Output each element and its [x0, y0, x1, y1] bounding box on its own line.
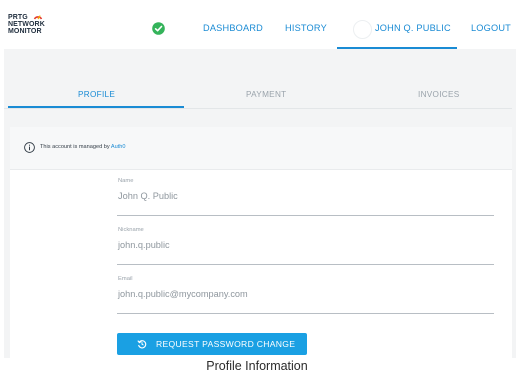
top-navigation-bar: PRTG NETWORK MONITOR DASHBOARD HISTORY J… — [0, 0, 516, 49]
name-field-value: John Q. Public — [118, 191, 178, 201]
nav-history-link[interactable]: HISTORY — [285, 23, 327, 33]
nickname-field-label: Nickname — [118, 227, 144, 233]
email-field-label: Email — [118, 276, 133, 282]
email-field-value: john.q.public@mycompany.com — [118, 289, 248, 299]
request-password-change-button[interactable]: REQUEST PASSWORD CHANGE — [117, 333, 307, 355]
active-tab-indicator — [8, 106, 184, 108]
managed-account-notice: This account is managed by Auth0 — [10, 127, 512, 170]
logo-line-2: NETWORK — [8, 21, 45, 28]
check-circle-icon[interactable] — [152, 22, 165, 35]
logo-line-3: MONITOR — [8, 28, 42, 35]
tab-payment[interactable]: PAYMENT — [246, 90, 286, 99]
notice-message: This account is managed by — [40, 144, 110, 150]
auth0-link[interactable]: Auth0 — [111, 144, 126, 150]
history-reset-icon — [137, 340, 147, 349]
nav-user-name: JOHN Q. PUBLIC — [375, 23, 451, 33]
nav-user-menu[interactable]: JOHN Q. PUBLIC — [337, 14, 457, 49]
name-field-label: Name — [118, 178, 134, 184]
figure-caption: Profile Information — [206, 359, 308, 373]
avatar — [353, 20, 372, 39]
request-password-change-label: REQUEST PASSWORD CHANGE — [156, 339, 296, 349]
notice-text: This account is managed by Auth0 — [40, 144, 126, 150]
nickname-field-value: john.q.public — [118, 240, 170, 250]
name-field[interactable]: Name John Q. Public — [117, 178, 494, 216]
prtg-logo[interactable]: PRTG NETWORK MONITOR — [8, 14, 45, 35]
prtg-arc-logo-icon — [33, 15, 43, 20]
info-icon — [24, 142, 35, 153]
tab-profile[interactable]: PROFILE — [78, 90, 115, 99]
email-field[interactable]: Email john.q.public@mycompany.com — [117, 276, 494, 314]
nickname-field[interactable]: Nickname john.q.public — [117, 227, 494, 265]
nav-logout-link[interactable]: LOGOUT — [471, 23, 511, 33]
profile-card: This account is managed by Auth0 Name Jo… — [10, 127, 512, 358]
profile-tabs: PROFILE PAYMENT INVOICES — [4, 82, 512, 109]
tab-invoices[interactable]: INVOICES — [418, 90, 460, 99]
nav-dashboard-link[interactable]: DASHBOARD — [203, 23, 263, 33]
